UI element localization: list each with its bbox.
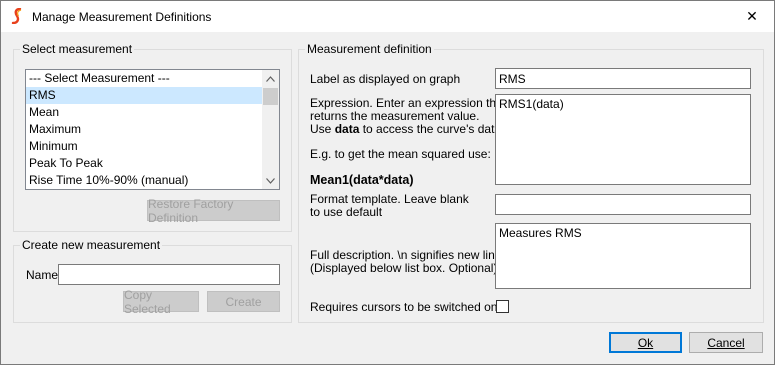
requires-cursors-checkbox[interactable] [496,300,509,313]
title-bar[interactable]: Manage Measurement Definitions ✕ [1,1,774,32]
expression-help-line2: returns the measurement value. [310,109,480,123]
graph-label-input[interactable] [495,68,751,89]
expression-help-line1: Expression. Enter an expression that [310,96,507,110]
window-title: Manage Measurement Definitions [32,10,212,24]
list-item[interactable]: Mean [26,104,263,121]
requires-cursors-label: Requires cursors to be switched on [310,300,498,314]
measurement-definition-title: Measurement definition [305,42,434,56]
restore-factory-button[interactable]: Restore Factory Definition [147,197,280,225]
name-input[interactable] [58,264,280,285]
close-button[interactable]: ✕ [730,1,774,32]
list-item[interactable]: RMS [26,87,263,104]
list-item[interactable]: --- Select Measurement --- [26,70,263,87]
list-item[interactable]: Peak To Peak [26,155,263,172]
create-button[interactable]: Create [207,291,280,312]
name-label: Name [26,268,59,282]
listbox-scrollbar[interactable] [262,70,279,189]
ok-button[interactable]: Ok [609,332,682,353]
close-icon: ✕ [746,8,758,24]
scroll-up-arrow-icon[interactable] [262,70,279,87]
expression-help-line3: Use data to access the curve's data. [310,122,504,136]
expression-example-text: E.g. to get the mean squared use: [310,147,491,161]
format-template-line1: Format template. Leave blank [310,192,469,206]
measurement-listbox[interactable]: --- Select Measurement --- RMS Mean Maximum… [25,69,280,190]
expression-example-code: Mean1(data*data) [310,173,414,187]
list-item[interactable]: Maximum [26,121,263,138]
copy-selected-button[interactable]: Copy Selected [123,288,199,316]
expression-help-line3-pre: Use [310,122,335,136]
scroll-down-arrow-icon[interactable] [262,172,279,189]
app-logo-icon [11,8,22,24]
expression-help-data-keyword: data [334,122,360,136]
list-item[interactable]: Rise Time 10%-90% (manual) [26,172,263,189]
expression-input[interactable] [495,94,751,185]
select-measurement-title: Select measurement [20,42,135,56]
format-template-input[interactable] [495,194,751,215]
ok-button-label: Ok [637,335,654,350]
graph-label-text: Label as displayed on graph [310,72,461,86]
create-measurement-title: Create new measurement [20,238,163,252]
scroll-thumb[interactable] [263,88,278,105]
list-item[interactable]: Minimum [26,138,263,155]
cancel-button[interactable]: Cancel [689,332,763,353]
expression-help-line3-post: to access the curve's data. [359,122,505,136]
cancel-button-label: Cancel [707,335,745,350]
dialog-window: Manage Measurement Definitions ✕ Select … [0,0,775,365]
description-line1: Full description. \n signifies new line [310,248,502,262]
format-template-line2: to use default [310,205,383,219]
description-input[interactable] [495,223,751,289]
description-line2: (Displayed below list box. Optional) [310,261,498,275]
